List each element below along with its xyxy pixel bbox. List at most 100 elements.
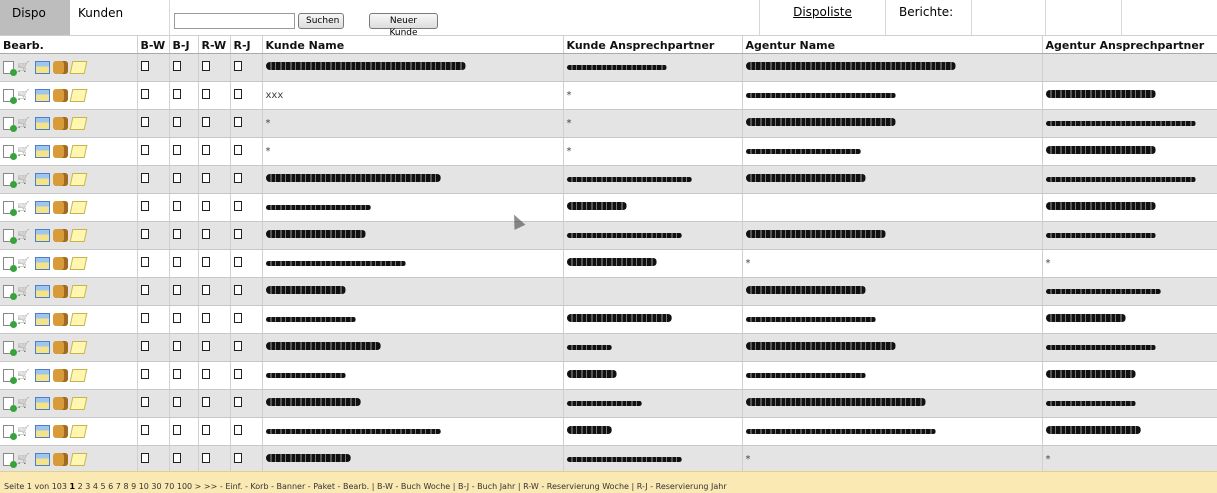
package-icon[interactable] xyxy=(53,425,68,438)
page-icon[interactable] xyxy=(172,61,181,71)
search-input[interactable] xyxy=(174,13,295,29)
page-icon[interactable] xyxy=(201,313,210,323)
edit-icon[interactable] xyxy=(69,453,88,466)
page-icon[interactable] xyxy=(172,313,181,323)
page-icon[interactable] xyxy=(201,257,210,267)
cart-icon[interactable]: 🛒 xyxy=(17,285,32,298)
banner-icon[interactable] xyxy=(35,117,50,130)
edit-icon[interactable] xyxy=(69,173,88,186)
page-icon[interactable] xyxy=(140,369,149,379)
page-icon[interactable] xyxy=(172,341,181,351)
edit-icon[interactable] xyxy=(69,369,88,382)
cart-icon[interactable]: 🛒 xyxy=(17,201,32,214)
doc-add-icon[interactable] xyxy=(3,285,17,300)
cart-icon[interactable]: 🛒 xyxy=(17,257,32,270)
package-icon[interactable] xyxy=(53,145,68,158)
doc-add-icon[interactable] xyxy=(3,89,17,104)
page-icon[interactable] xyxy=(140,229,149,239)
dispoliste-link[interactable]: Dispoliste xyxy=(760,0,886,35)
package-icon[interactable] xyxy=(53,89,68,102)
page-icon[interactable] xyxy=(233,61,242,71)
package-icon[interactable] xyxy=(53,397,68,410)
package-icon[interactable] xyxy=(53,341,68,354)
cart-icon[interactable]: 🛒 xyxy=(17,369,32,382)
page-icon[interactable] xyxy=(201,201,210,211)
edit-icon[interactable] xyxy=(69,145,88,158)
page-icon[interactable] xyxy=(201,145,210,155)
page-icon[interactable] xyxy=(233,313,242,323)
page-icon[interactable] xyxy=(233,89,242,99)
page-icon[interactable] xyxy=(172,453,181,463)
package-icon[interactable] xyxy=(53,313,68,326)
page-icon[interactable] xyxy=(140,313,149,323)
package-icon[interactable] xyxy=(53,173,68,186)
edit-icon[interactable] xyxy=(69,201,88,214)
doc-add-icon[interactable] xyxy=(3,313,17,328)
page-icon[interactable] xyxy=(140,425,149,435)
cart-icon[interactable]: 🛒 xyxy=(17,313,32,326)
edit-icon[interactable] xyxy=(69,397,88,410)
page-links[interactable]: 2 3 4 5 6 7 8 9 10 30 70 100 > >> xyxy=(78,482,218,491)
page-icon[interactable] xyxy=(140,117,149,127)
page-icon[interactable] xyxy=(140,89,149,99)
cart-icon[interactable]: 🛒 xyxy=(17,341,32,354)
page-icon[interactable] xyxy=(172,425,181,435)
page-icon[interactable] xyxy=(172,145,181,155)
doc-add-icon[interactable] xyxy=(3,397,17,412)
doc-add-icon[interactable] xyxy=(3,369,17,384)
page-icon[interactable] xyxy=(233,229,242,239)
page-icon[interactable] xyxy=(233,173,242,183)
page-icon[interactable] xyxy=(172,229,181,239)
cart-icon[interactable]: 🛒 xyxy=(17,425,32,438)
doc-add-icon[interactable] xyxy=(3,229,17,244)
page-icon[interactable] xyxy=(201,89,210,99)
doc-add-icon[interactable] xyxy=(3,61,17,76)
page-icon[interactable] xyxy=(172,397,181,407)
page-icon[interactable] xyxy=(201,285,210,295)
package-icon[interactable] xyxy=(53,229,68,242)
doc-add-icon[interactable] xyxy=(3,173,17,188)
page-icon[interactable] xyxy=(140,453,149,463)
page-icon[interactable] xyxy=(172,173,181,183)
page-icon[interactable] xyxy=(233,285,242,295)
package-icon[interactable] xyxy=(53,61,68,74)
cart-icon[interactable]: 🛒 xyxy=(17,117,32,130)
cart-icon[interactable]: 🛒 xyxy=(17,173,32,186)
banner-icon[interactable] xyxy=(35,201,50,214)
doc-add-icon[interactable] xyxy=(3,257,17,272)
search-button[interactable]: Suchen xyxy=(298,13,344,29)
edit-icon[interactable] xyxy=(69,117,88,130)
page-icon[interactable] xyxy=(140,145,149,155)
edit-icon[interactable] xyxy=(69,313,88,326)
page-icon[interactable] xyxy=(172,117,181,127)
page-icon[interactable] xyxy=(201,117,210,127)
page-icon[interactable] xyxy=(172,257,181,267)
cart-icon[interactable]: 🛒 xyxy=(17,89,32,102)
banner-icon[interactable] xyxy=(35,229,50,242)
page-icon[interactable] xyxy=(172,369,181,379)
banner-icon[interactable] xyxy=(35,61,50,74)
page-icon[interactable] xyxy=(140,61,149,71)
page-icon[interactable] xyxy=(201,369,210,379)
page-icon[interactable] xyxy=(201,453,210,463)
page-icon[interactable] xyxy=(201,229,210,239)
page-icon[interactable] xyxy=(172,89,181,99)
cart-icon[interactable]: 🛒 xyxy=(17,453,32,466)
banner-icon[interactable] xyxy=(35,89,50,102)
page-icon[interactable] xyxy=(172,201,181,211)
page-icon[interactable] xyxy=(140,341,149,351)
new-customer-button[interactable]: Neuer Kunde xyxy=(369,13,438,38)
page-icon[interactable] xyxy=(233,425,242,435)
page-icon[interactable] xyxy=(201,425,210,435)
page-icon[interactable] xyxy=(233,145,242,155)
tab-dispo[interactable]: Dispo xyxy=(0,0,70,35)
package-icon[interactable] xyxy=(53,201,68,214)
page-icon[interactable] xyxy=(201,173,210,183)
banner-icon[interactable] xyxy=(35,397,50,410)
cart-icon[interactable]: 🛒 xyxy=(17,61,32,74)
page-icon[interactable] xyxy=(140,173,149,183)
page-icon[interactable] xyxy=(233,369,242,379)
page-icon[interactable] xyxy=(140,397,149,407)
page-icon[interactable] xyxy=(233,341,242,351)
package-icon[interactable] xyxy=(53,285,68,298)
